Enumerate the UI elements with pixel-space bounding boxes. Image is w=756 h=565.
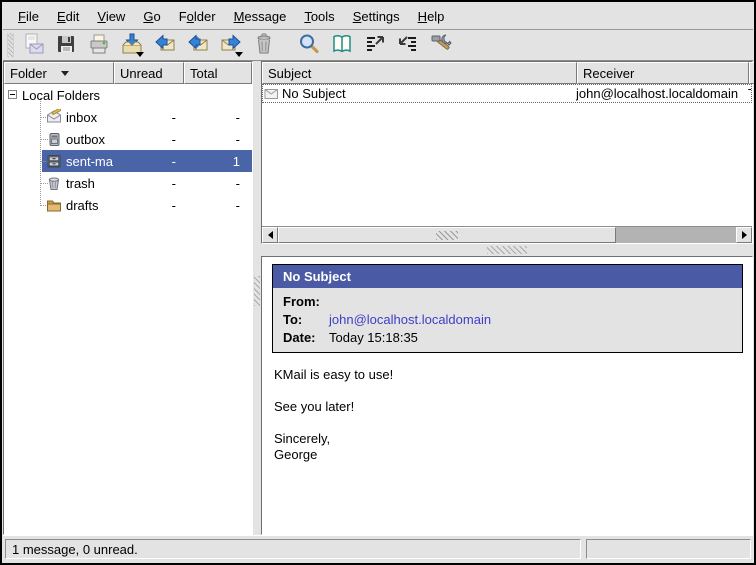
previous-unread-button[interactable] <box>361 31 389 59</box>
status-message: 1 message, 0 unread. <box>5 539 581 559</box>
menu-view[interactable]: View <box>88 6 134 27</box>
print-icon <box>88 33 110 58</box>
from-label: From: <box>283 294 329 309</box>
folder-row-inbox[interactable]: inbox - - <box>4 106 252 128</box>
folder-row-trash[interactable]: trash - - <box>4 172 252 194</box>
right-pane: Subject Receiver Date No Subject john@lo… <box>261 61 753 535</box>
delete-button[interactable] <box>250 31 278 59</box>
new-mail-icon <box>22 33 44 58</box>
sort-arrow-icon <box>61 71 69 76</box>
message-date: Today 15:18:35 <box>748 86 751 101</box>
column-header-date[interactable]: Date <box>749 62 756 84</box>
message-body: KMail is easy to use! See you later! Sin… <box>274 367 752 463</box>
folder-column-headers: Folder Unread Total <box>4 62 252 84</box>
trash-folder-icon <box>46 175 62 194</box>
mail-icon <box>264 88 279 100</box>
menu-edit[interactable]: Edit <box>48 6 88 27</box>
next-unread-button[interactable] <box>394 31 422 59</box>
toolbar-drag-handle[interactable] <box>7 33 14 57</box>
folder-pane: Folder Unread Total Local Folders <box>3 61 253 535</box>
statusbar: 1 message, 0 unread. <box>3 535 753 562</box>
message-row[interactable]: No Subject john@localhost.localdomain To… <box>262 84 752 103</box>
horizontal-splitter[interactable] <box>261 244 753 256</box>
date-value: Today 15:18:35 <box>329 330 732 345</box>
message-list: Subject Receiver Date No Subject john@lo… <box>261 61 753 244</box>
outbox-icon <box>46 131 62 150</box>
configure-icon <box>430 33 452 58</box>
folder-row-drafts[interactable]: drafts - - <box>4 194 252 216</box>
to-address-link[interactable]: john@localhost.localdomain <box>329 312 732 327</box>
kmail-window: File Edit View Go Folder Message Tools S… <box>0 0 756 565</box>
splitter-grip <box>254 276 260 306</box>
column-header-total[interactable]: Total <box>184 62 252 84</box>
reply-all-button[interactable] <box>184 31 212 59</box>
dropdown-caret <box>136 52 144 57</box>
sent-folder-icon <box>46 153 62 172</box>
folder-row-outbox[interactable]: outbox - - <box>4 128 252 150</box>
reply-all-icon <box>187 33 209 58</box>
save-button[interactable] <box>52 31 80 59</box>
menu-message[interactable]: Message <box>225 6 296 27</box>
scroll-right-button[interactable] <box>736 227 752 243</box>
menu-help[interactable]: Help <box>409 6 454 27</box>
inbox-icon <box>46 109 62 128</box>
folder-row-root[interactable]: Local Folders <box>4 84 252 106</box>
menu-go[interactable]: Go <box>134 6 169 27</box>
menu-settings[interactable]: Settings <box>344 6 409 27</box>
toolbar <box>3 30 753 61</box>
scrollbar-thumb[interactable] <box>278 227 616 243</box>
address-book-button[interactable] <box>328 31 356 59</box>
column-header-subject[interactable]: Subject <box>262 62 577 84</box>
message-title-bar: No Subject <box>273 265 742 288</box>
horizontal-scrollbar[interactable] <box>262 226 752 243</box>
forward-button[interactable] <box>217 31 245 59</box>
status-panel-right <box>586 539 751 559</box>
message-preview-pane: No Subject From: To: john@localhost.loca… <box>261 256 753 535</box>
search-messages-button[interactable] <box>295 31 323 59</box>
next-unread-icon <box>397 33 419 58</box>
message-header-fields: From: To: john@localhost.localdomain Dat… <box>273 288 742 352</box>
search-icon <box>298 33 320 58</box>
date-label: Date: <box>283 330 329 345</box>
to-label: To: <box>283 312 329 327</box>
dropdown-caret <box>235 52 243 57</box>
from-value <box>329 294 732 309</box>
right-arrow-icon <box>742 231 747 239</box>
column-header-unread[interactable]: Unread <box>114 62 184 84</box>
drafts-folder-icon <box>46 197 62 216</box>
menu-folder[interactable]: Folder <box>170 6 225 27</box>
scrollbar-track[interactable] <box>616 227 736 243</box>
address-book-icon <box>331 33 353 58</box>
vertical-splitter[interactable] <box>253 61 261 535</box>
column-header-receiver[interactable]: Receiver <box>577 62 749 84</box>
message-header-box: No Subject From: To: john@localhost.loca… <box>272 264 743 353</box>
scroll-left-button[interactable] <box>262 227 278 243</box>
trash-icon <box>253 33 275 58</box>
folder-row-sent-mail[interactable]: sent-ma - 1 <box>4 150 252 172</box>
message-column-headers: Subject Receiver Date <box>262 62 752 84</box>
reply-icon <box>154 33 176 58</box>
main-area: Folder Unread Total Local Folders <box>3 61 753 535</box>
save-icon <box>55 33 77 58</box>
message-subject: No Subject <box>282 86 346 101</box>
menubar: File Edit View Go Folder Message Tools S… <box>3 3 753 30</box>
left-arrow-icon <box>268 231 273 239</box>
folder-tree: Local Folders inbox - - <box>4 84 252 534</box>
configure-button[interactable] <box>427 31 455 59</box>
column-header-folder[interactable]: Folder <box>4 62 114 84</box>
reply-button[interactable] <box>151 31 179 59</box>
new-message-button[interactable] <box>19 31 47 59</box>
message-receiver: john@localhost.localdomain <box>576 86 748 101</box>
collapse-expander-icon[interactable] <box>8 90 17 99</box>
menu-tools[interactable]: Tools <box>295 6 343 27</box>
message-rows: No Subject john@localhost.localdomain To… <box>262 84 752 226</box>
menu-file[interactable]: File <box>9 6 48 27</box>
check-mail-button[interactable] <box>118 31 146 59</box>
print-button[interactable] <box>85 31 113 59</box>
previous-unread-icon <box>364 33 386 58</box>
splitter-grip <box>487 246 527 254</box>
